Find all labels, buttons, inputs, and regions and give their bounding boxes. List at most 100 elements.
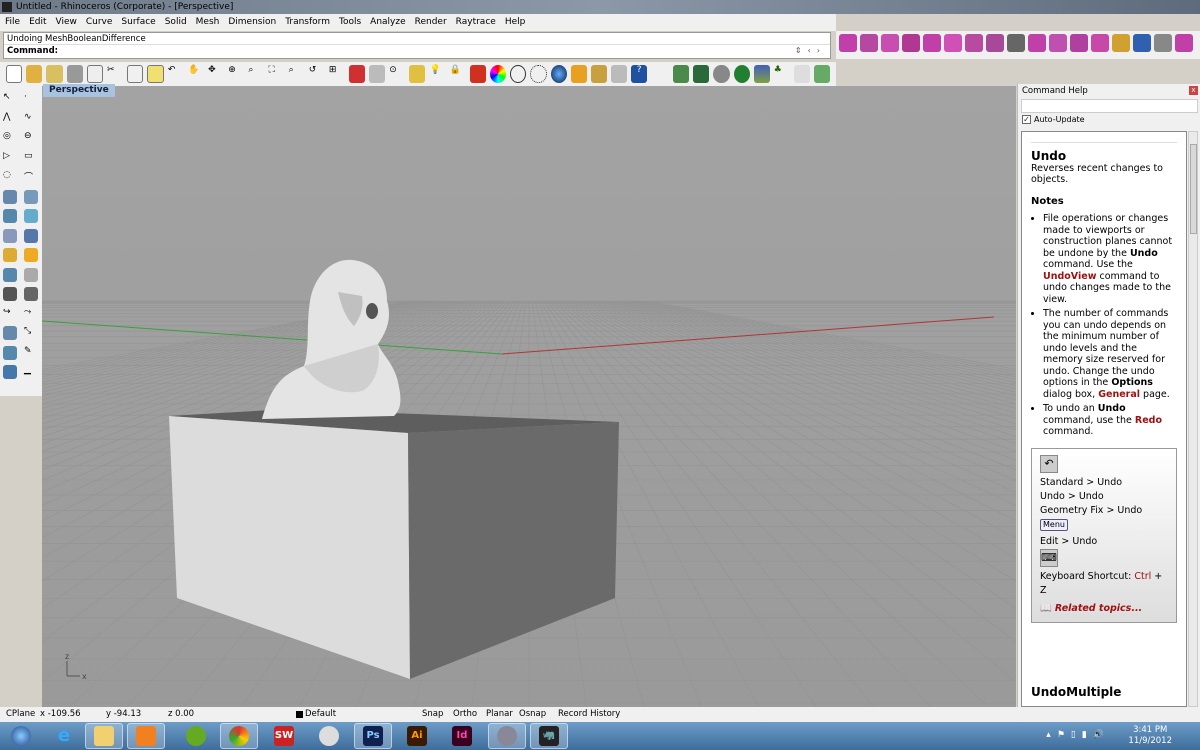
rendered-sphere-icon[interactable]	[550, 65, 567, 83]
mesh-tool-icon[interactable]	[1049, 34, 1067, 52]
zoom-extents-icon[interactable]: ⛶	[268, 65, 284, 83]
record-history-toggle[interactable]: Record History	[558, 707, 620, 722]
taskbar-explorer[interactable]	[85, 723, 123, 749]
dimension-icon[interactable]: ⤡	[24, 326, 38, 340]
pan-hand-icon[interactable]: ✋	[188, 65, 204, 83]
surface-tool-icon[interactable]	[24, 189, 38, 204]
taskbar-illustrator[interactable]: Ai	[398, 723, 436, 749]
mesh-tool-icon[interactable]	[923, 34, 941, 52]
point-icon[interactable]: ·	[24, 92, 38, 106]
undo-icon[interactable]: ↶	[168, 65, 184, 83]
save-icon[interactable]	[46, 65, 63, 83]
menu-solid[interactable]: Solid	[165, 14, 187, 31]
help-search-input[interactable]	[1021, 99, 1198, 113]
sphere-icon[interactable]	[713, 65, 730, 83]
taskbar-keyshot[interactable]	[310, 723, 348, 749]
mesh-tool-icon[interactable]	[839, 34, 857, 52]
command-scroll-arrows[interactable]: ⇕‹›	[795, 46, 826, 55]
mesh-box-icon[interactable]	[1007, 34, 1025, 52]
circle-icon[interactable]: ◎	[3, 131, 17, 145]
menu-raytrace[interactable]: Raytrace	[456, 14, 496, 31]
menu-render[interactable]: Render	[415, 14, 447, 31]
rectangle-icon[interactable]: ▭	[24, 151, 38, 165]
copy-icon[interactable]	[127, 65, 144, 83]
print-icon[interactable]	[66, 65, 83, 83]
menu-surface[interactable]: Surface	[121, 14, 155, 31]
mesh-tool-icon[interactable]	[1091, 34, 1109, 52]
explode-icon[interactable]	[24, 248, 38, 262]
transform-icon[interactable]	[3, 248, 17, 262]
render-tool-icon[interactable]	[693, 65, 710, 83]
named-views-car-icon[interactable]	[348, 65, 366, 83]
mesh-tool-icon[interactable]	[1154, 34, 1172, 52]
menu-transform[interactable]: Transform	[285, 14, 330, 31]
menu-curve[interactable]: Curve	[86, 14, 113, 31]
select-arrow-icon[interactable]: ↖	[3, 92, 17, 106]
text-icon[interactable]	[3, 326, 17, 340]
cplane-icon[interactable]	[369, 65, 386, 83]
perspective-viewport[interactable]: z x	[42, 86, 1016, 707]
menu-file[interactable]: File	[5, 14, 20, 31]
help-icon[interactable]: ?	[631, 65, 648, 83]
rotate-view-icon[interactable]: ✥	[208, 65, 224, 83]
undo-view-icon[interactable]: ↺	[309, 65, 325, 83]
copy-page-icon[interactable]	[86, 65, 104, 83]
green-sphere-icon[interactable]	[733, 65, 750, 83]
box-icon[interactable]	[3, 209, 17, 223]
mesh-tool-icon[interactable]	[986, 34, 1004, 52]
environment-icon[interactable]	[753, 65, 770, 83]
properties-icon[interactable]	[469, 65, 486, 83]
cone-light-icon[interactable]	[793, 65, 810, 83]
curve-icon[interactable]: ∿	[24, 112, 38, 126]
grid-icon[interactable]	[610, 65, 628, 83]
taskbar-chrome[interactable]	[220, 723, 258, 749]
taskbar-photoshop[interactable]: Ps	[354, 723, 392, 749]
ellipse-icon[interactable]: ⊖	[24, 131, 38, 145]
layout-icon[interactable]	[3, 345, 17, 360]
analyze-icon[interactable]: ✎	[24, 346, 38, 360]
shaded-sphere-icon[interactable]	[530, 65, 547, 83]
redo-link[interactable]: Redo	[1135, 415, 1162, 426]
light-bulb-icon[interactable]: 💡	[429, 65, 445, 83]
current-layer[interactable]: Default	[305, 707, 336, 722]
planar-toggle[interactable]: Planar	[486, 707, 513, 722]
taskbar-solidworks[interactable]: SW	[265, 723, 303, 749]
mesh-tool-icon[interactable]	[881, 34, 899, 52]
mesh-tool-icon[interactable]	[965, 34, 983, 52]
menu-dimension[interactable]: Dimension	[228, 14, 276, 31]
surface-icon[interactable]	[3, 189, 17, 204]
polyline-icon[interactable]: ⋀	[3, 112, 17, 126]
render-tool-icon[interactable]	[673, 65, 690, 83]
cylinder-icon[interactable]	[3, 228, 17, 243]
ruler-icon[interactable]: ▁	[24, 365, 38, 379]
close-icon[interactable]: x	[1189, 86, 1198, 95]
menu-tools[interactable]: Tools	[339, 14, 361, 31]
curve-from-object-icon[interactable]: ↪	[3, 307, 17, 321]
menu-edit[interactable]: Edit	[29, 14, 46, 31]
options-gear-icon[interactable]	[590, 65, 607, 83]
point-icon[interactable]: ⊙	[389, 65, 405, 83]
mesh-tool-icon[interactable]	[860, 34, 878, 52]
menu-help[interactable]: Help	[505, 14, 526, 31]
paste-icon[interactable]	[147, 65, 164, 83]
cut-icon[interactable]: ✂	[107, 65, 123, 83]
ungroup-icon[interactable]	[24, 287, 38, 301]
move-icon[interactable]	[3, 267, 17, 282]
mesh-tool-icon[interactable]	[944, 34, 962, 52]
arc-icon[interactable]: ◌	[3, 170, 17, 184]
fillet-icon[interactable]: ⌒	[24, 170, 38, 184]
snap-toggle[interactable]: Snap	[422, 707, 443, 722]
polygon-icon[interactable]: ▷	[3, 151, 17, 165]
taskbar-spotify[interactable]	[177, 723, 215, 749]
mesh-tool-icon[interactable]	[1070, 34, 1088, 52]
zoom-icon[interactable]: ⊕	[228, 65, 244, 83]
wireframe-sphere-icon[interactable]	[509, 65, 527, 83]
zoom-selected-icon[interactable]: ⌕	[289, 65, 305, 83]
mesh-tool-icon[interactable]	[902, 34, 920, 52]
cplane-label[interactable]: CPlane	[6, 707, 35, 722]
general-link[interactable]: General	[1098, 389, 1140, 400]
tree-icon[interactable]: ♣	[774, 65, 790, 83]
zoom-window-icon[interactable]: ⌕	[248, 65, 264, 83]
lock-icon[interactable]: 🔒	[450, 65, 466, 83]
clock[interactable]: 3:41 PM 11/9/2012	[1128, 725, 1172, 747]
